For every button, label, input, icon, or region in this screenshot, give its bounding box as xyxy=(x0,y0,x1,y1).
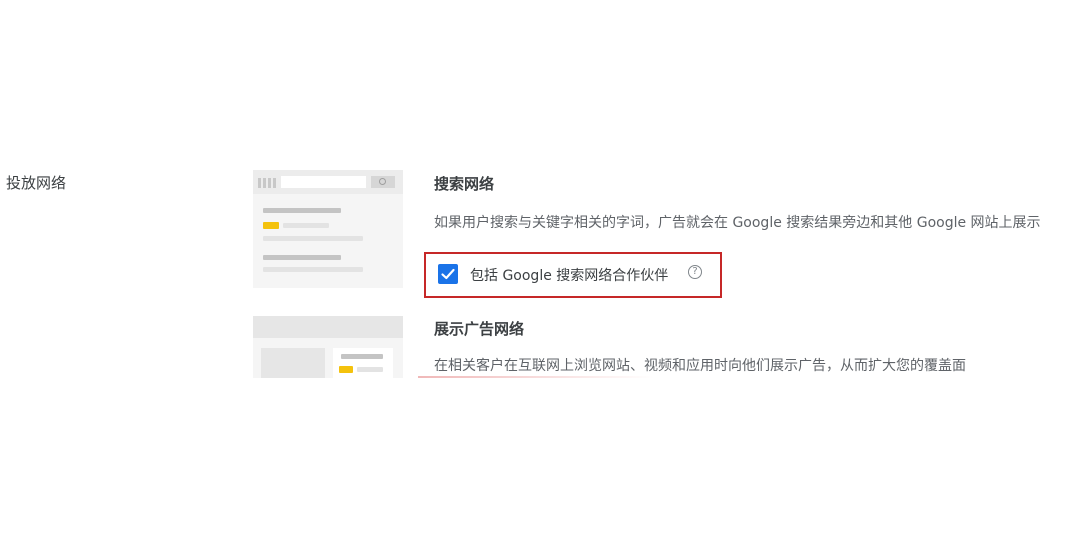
search-network-title: 搜索网络 xyxy=(434,175,495,193)
illustration-topbar xyxy=(253,316,403,338)
illustration-line xyxy=(263,267,363,272)
search-partners-label[interactable]: 包括 Google 搜索网络合作伙伴 xyxy=(470,265,668,285)
check-icon xyxy=(441,268,455,280)
illustration-line xyxy=(263,255,341,260)
section-label: 投放网络 xyxy=(6,174,67,192)
illustration-line xyxy=(357,367,383,372)
illustration-ad-card xyxy=(333,348,393,378)
illustration-line xyxy=(263,208,341,213)
search-network-illustration xyxy=(253,170,403,288)
illustration-line xyxy=(263,236,363,241)
illustration-search-icon xyxy=(371,176,395,188)
illustration-topbar xyxy=(253,170,403,194)
display-network-description: 在相关客户在互联网上浏览网站、视频和应用时向他们展示广告，从而扩大您的覆盖面 xyxy=(434,358,966,374)
network-settings-page: 投放网络 搜索网络 如果用户搜索与关键字相关的字词，广告就会在 Google 搜… xyxy=(0,0,1080,540)
fade-underline xyxy=(418,376,654,378)
display-network-illustration xyxy=(253,316,403,378)
help-circle-icon[interactable]: ? xyxy=(688,265,702,279)
illustration-line xyxy=(283,223,329,228)
illustration-ad-marker xyxy=(339,366,353,373)
illustration-ad-marker xyxy=(263,222,279,229)
illustration-searchbox xyxy=(281,176,366,188)
search-partners-checkbox[interactable] xyxy=(438,264,458,284)
illustration-line xyxy=(341,354,383,359)
illustration-logo xyxy=(258,178,278,188)
search-network-description: 如果用户搜索与关键字相关的字词，广告就会在 Google 搜索结果旁边和其他 G… xyxy=(434,215,1041,231)
display-network-title: 展示广告网络 xyxy=(434,320,525,338)
illustration-image-block xyxy=(261,348,325,378)
